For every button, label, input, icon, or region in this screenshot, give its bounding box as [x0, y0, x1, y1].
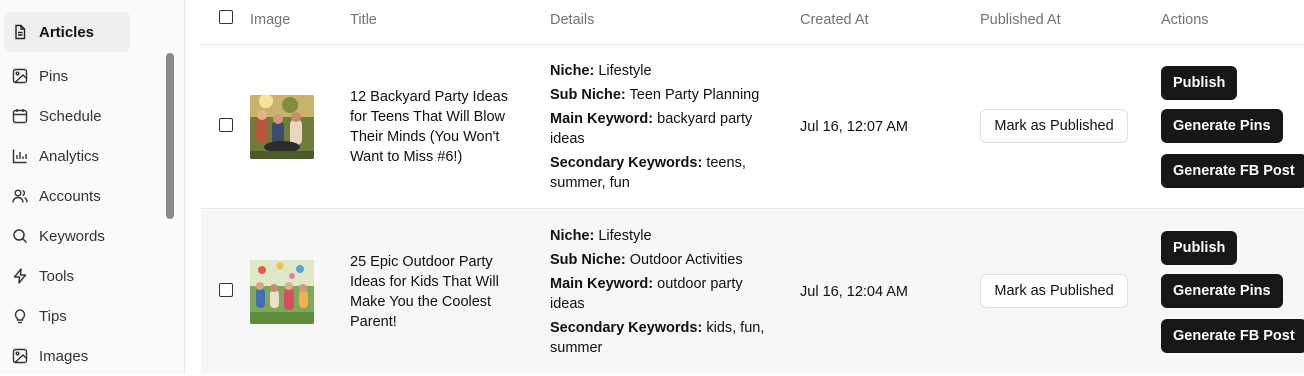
file-text-icon — [12, 24, 28, 40]
detail-label: Niche: — [550, 228, 595, 244]
detail-label: Niche: — [550, 63, 595, 79]
detail-niche: Niche: Lifestyle — [550, 226, 780, 246]
sidebar-item-label: Keywords — [39, 227, 105, 245]
created-at: Jul 16, 12:04 AM — [800, 284, 909, 300]
article-thumbnail — [250, 260, 314, 324]
mark-as-published-button[interactable]: Mark as Published — [980, 274, 1128, 308]
created-at: Jul 16, 12:07 AM — [800, 119, 909, 135]
detail-niche: Niche: Lifestyle — [550, 61, 780, 81]
article-thumbnail — [250, 95, 314, 159]
sidebar-item-label: Articles — [39, 23, 95, 41]
detail-secondary-keywords: Secondary Keywords: teens, summer, fun — [550, 153, 780, 193]
generate-pins-button[interactable]: Generate Pins — [1161, 109, 1283, 143]
search-icon — [12, 228, 28, 244]
sidebar-scrollbar[interactable] — [166, 53, 174, 219]
table-row: 25 Epic Outdoor Party Ideas for Kids Tha… — [201, 210, 1304, 374]
detail-sub-niche: Sub Niche: Teen Party Planning — [550, 85, 780, 105]
sidebar-item-accounts[interactable]: Accounts — [4, 176, 130, 216]
detail-value: Lifestyle — [598, 228, 652, 244]
sidebar-item-pins[interactable]: Pins — [4, 56, 130, 96]
article-title: 12 Backyard Party Ideas for Teens That W… — [350, 89, 508, 165]
detail-label: Secondary Keywords: — [550, 320, 703, 336]
lightbulb-icon — [12, 308, 28, 324]
article-details: Niche: Lifestyle Sub Niche: Teen Party P… — [550, 61, 780, 197]
users-icon — [12, 188, 28, 204]
row-checkbox[interactable] — [219, 118, 233, 132]
sidebar-item-articles[interactable]: Articles — [4, 12, 130, 52]
table-header: Image Title Details Created At Published… — [201, 0, 1304, 45]
detail-label: Main Keyword: — [550, 276, 654, 292]
mark-as-published-button[interactable]: Mark as Published — [980, 109, 1128, 143]
sidebar-item-label: Accounts — [39, 187, 101, 205]
sidebar: Articles Pins Schedule Analytics Account… — [0, 0, 185, 374]
sidebar-item-label: Analytics — [39, 147, 100, 165]
detail-sub-niche: Sub Niche: Outdoor Activities — [550, 250, 780, 270]
sidebar-item-analytics[interactable]: Analytics — [4, 136, 130, 176]
calendar-icon — [12, 108, 28, 124]
generate-fb-post-button[interactable]: Generate FB Post — [1161, 154, 1304, 188]
articles-table: Image Title Details Created At Published… — [201, 0, 1304, 374]
detail-value: Teen Party Planning — [629, 87, 760, 103]
detail-label: Secondary Keywords: — [550, 155, 703, 171]
publish-button[interactable]: Publish — [1161, 66, 1238, 100]
column-header-title: Title — [350, 12, 377, 28]
sidebar-item-label: Tools — [39, 267, 75, 285]
sidebar-item-label: Pins — [39, 67, 69, 85]
sidebar-item-label: Schedule — [39, 107, 102, 125]
sidebar-item-images[interactable]: Images — [4, 336, 130, 376]
sidebar-item-tools[interactable]: Tools — [4, 256, 130, 296]
row-checkbox[interactable] — [219, 283, 233, 297]
generate-fb-post-button[interactable]: Generate FB Post — [1161, 319, 1304, 353]
sidebar-item-label: Tips — [39, 307, 67, 325]
column-header-details: Details — [550, 12, 595, 28]
article-details: Niche: Lifestyle Sub Niche: Outdoor Acti… — [550, 226, 780, 362]
image-icon — [12, 68, 28, 84]
detail-value: Outdoor Activities — [629, 252, 743, 268]
select-all-checkbox[interactable] — [219, 10, 233, 24]
column-header-created-at: Created At — [800, 12, 869, 28]
detail-label: Sub Niche: — [550, 87, 626, 103]
article-title: 25 Epic Outdoor Party Ideas for Kids Tha… — [350, 254, 499, 330]
sidebar-item-keywords[interactable]: Keywords — [4, 216, 130, 256]
column-header-image: Image — [250, 12, 291, 28]
detail-label: Sub Niche: — [550, 252, 626, 268]
sidebar-item-label: Images — [39, 347, 89, 365]
sidebar-item-schedule[interactable]: Schedule — [4, 96, 130, 136]
detail-label: Main Keyword: — [550, 111, 654, 127]
bar-chart-icon — [12, 148, 28, 164]
detail-main-keyword: Main Keyword: outdoor party ideas — [550, 274, 780, 314]
detail-main-keyword: Main Keyword: backyard party ideas — [550, 109, 780, 149]
column-header-published-at: Published At — [980, 12, 1061, 28]
table-row: 12 Backyard Party Ideas for Teens That W… — [201, 45, 1304, 209]
generate-pins-button[interactable]: Generate Pins — [1161, 274, 1283, 308]
zap-icon — [12, 268, 28, 284]
publish-button[interactable]: Publish — [1161, 231, 1238, 265]
sidebar-item-tips[interactable]: Tips — [4, 296, 130, 336]
detail-value: Lifestyle — [598, 63, 652, 79]
detail-secondary-keywords: Secondary Keywords: kids, fun, summer — [550, 318, 780, 358]
image-icon — [12, 348, 28, 364]
column-header-actions: Actions — [1161, 12, 1209, 28]
